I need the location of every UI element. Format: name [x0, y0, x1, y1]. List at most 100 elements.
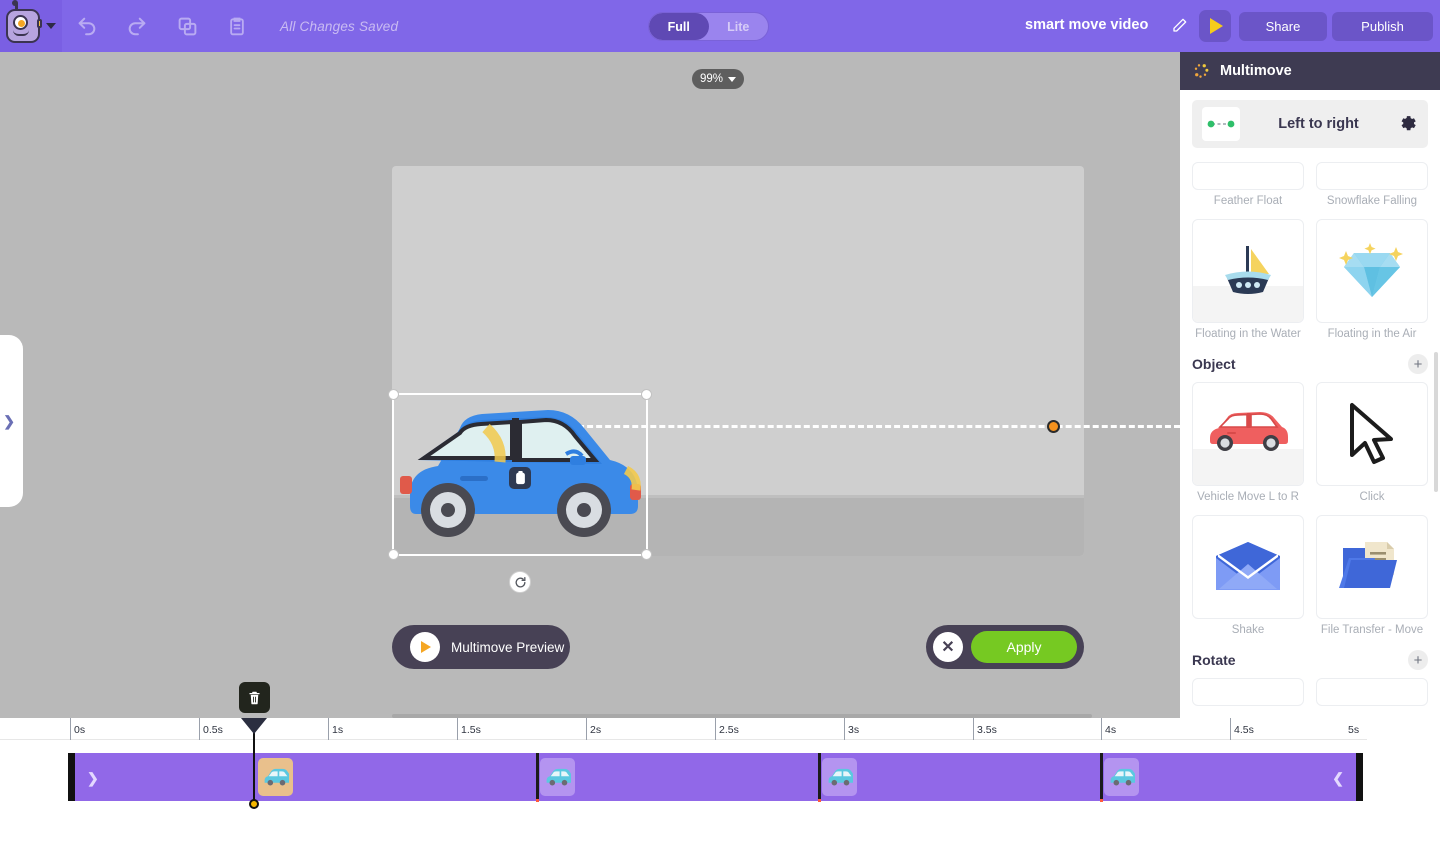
pencil-icon[interactable]: [1172, 17, 1188, 38]
clipboard-icon[interactable]: [212, 0, 262, 52]
ruler-tick: 2.5s: [715, 718, 739, 740]
multimove-icon: [1194, 64, 1209, 78]
canvas-zoom-chip[interactable]: 99%: [692, 69, 744, 89]
panel-title: Multimove: [1220, 63, 1292, 79]
snowflake-icon: [1316, 162, 1428, 190]
red-car-icon: [1210, 412, 1288, 451]
section-title: Object: [1192, 356, 1236, 372]
ruler-tick: 1.5s: [457, 718, 481, 740]
mode-full-tab[interactable]: Full: [649, 13, 709, 40]
ruler-tick: 0s: [70, 718, 85, 740]
selected-preset-label: Left to right: [1278, 116, 1359, 132]
share-button[interactable]: Share: [1239, 12, 1327, 41]
gear-icon[interactable]: [1397, 111, 1418, 137]
keyframe-thumbnail[interactable]: [1104, 758, 1139, 796]
preset-row-object-1: Vehicle Move L to R Click: [1180, 382, 1440, 503]
envelope-icon: [1216, 542, 1280, 590]
plus-icon[interactable]: +: [1408, 354, 1428, 374]
motion-path-line: [560, 425, 1180, 428]
keyframe-thumbnail[interactable]: [822, 758, 857, 796]
preset-tile-feather-float[interactable]: Feather Float: [1192, 162, 1304, 207]
diamond-icon: [1339, 243, 1403, 297]
preset-tile-floating-water[interactable]: Floating in the Water: [1192, 219, 1304, 340]
editor-stage: 99% Multimove Preview ✕ Apply ❯: [0, 52, 1180, 718]
chevron-left-icon[interactable]: ❮: [1332, 770, 1344, 787]
ruler-tick: 3s: [844, 718, 859, 740]
mode-lite-tab[interactable]: Lite: [709, 13, 769, 40]
timeline: 0s 0.5s 1s 1.5s 2s 2.5s 3s 3.5s 4s 4.5s …: [0, 714, 1440, 850]
preset-tile-rotate-1[interactable]: [1192, 678, 1304, 706]
preset-tile-snowflake-falling[interactable]: Snowflake Falling: [1316, 162, 1428, 207]
preset-tile-click[interactable]: Click: [1316, 382, 1428, 503]
object-anchor-icon[interactable]: [509, 467, 531, 489]
ruler-tick: 4s: [1101, 718, 1116, 740]
preset-list[interactable]: Feather Float Snowflake Falling Floating…: [1180, 162, 1440, 774]
preset-row-floating: Floating in the Water Floating in the Ai…: [1180, 219, 1440, 340]
delete-keyframe-button[interactable]: [239, 682, 270, 713]
timeline-playhead[interactable]: [241, 718, 267, 809]
preset-tile-floating-air[interactable]: Floating in the Air: [1316, 219, 1428, 340]
keyframe-thumbnail[interactable]: [258, 758, 293, 796]
preset-label: Feather Float: [1213, 195, 1283, 207]
save-status-text: All Changes Saved: [280, 18, 399, 34]
resize-handle-top-left[interactable]: [388, 389, 399, 400]
preset-label: Vehicle Move L to R: [1197, 491, 1299, 503]
chevron-right-icon[interactable]: ❯: [87, 770, 99, 787]
panel-header: Multimove: [1180, 52, 1440, 90]
section-header-object: Object +: [1180, 340, 1440, 382]
close-icon[interactable]: ✕: [933, 632, 963, 662]
render-mode-toggle[interactable]: Full Lite: [648, 12, 769, 41]
playhead-handle[interactable]: [241, 718, 267, 734]
resize-handle-top-right[interactable]: [641, 389, 652, 400]
preset-label: Snowflake Falling: [1326, 195, 1418, 207]
apply-button[interactable]: Apply: [971, 631, 1077, 663]
preset-row-object-2: Shake File Transfer - Move: [1180, 515, 1440, 636]
top-toolbar: All Changes Saved Full Lite smart move v…: [0, 0, 1440, 52]
track-start-cap: [68, 753, 75, 801]
cursor-arrow-icon: [1350, 403, 1393, 464]
preset-tile-vehicle-move[interactable]: Vehicle Move L to R: [1192, 382, 1304, 503]
copy-icon[interactable]: [162, 0, 212, 52]
section-header-rotate: Rotate +: [1180, 636, 1440, 678]
preset-label: Shake: [1231, 624, 1265, 636]
multimove-preview-label: Multimove Preview: [451, 639, 565, 655]
plus-icon[interactable]: +: [1408, 650, 1428, 670]
panel-scrollbar[interactable]: [1434, 352, 1438, 492]
preset-label: File Transfer - Move: [1320, 624, 1424, 636]
resize-handle-bottom-left[interactable]: [388, 549, 399, 560]
trash-icon: [249, 691, 260, 704]
keyframe-divider[interactable]: [818, 753, 821, 802]
keyframe-divider[interactable]: [1100, 753, 1103, 802]
folder-document-icon: [1339, 542, 1397, 588]
resize-handle-bottom-right[interactable]: [641, 549, 652, 560]
preset-tile-rotate-2[interactable]: [1316, 678, 1428, 706]
app-logo-button[interactable]: [0, 0, 62, 52]
redo-icon[interactable]: [112, 0, 162, 52]
keyframe-thumbnail[interactable]: [540, 758, 575, 796]
undo-icon[interactable]: [62, 0, 112, 52]
rotate-icon[interactable]: [509, 571, 531, 593]
playhead-marker-dot[interactable]: [249, 799, 259, 809]
preset-tile-file-transfer[interactable]: File Transfer - Move: [1316, 515, 1428, 636]
canvas-zoom-value: 99%: [699, 73, 724, 85]
ruler-tick: 5s: [1348, 724, 1360, 736]
left-panel-expand-tab[interactable]: ❯: [0, 335, 23, 507]
chevron-right-icon: ❯: [3, 412, 15, 429]
publish-button[interactable]: Publish: [1332, 12, 1433, 41]
preset-tile-shake[interactable]: Shake: [1192, 515, 1304, 636]
preview-play-button[interactable]: [1199, 10, 1231, 42]
left-to-right-path-icon: [1202, 107, 1240, 141]
keyframe-divider[interactable]: [536, 753, 539, 802]
ruler-tick: 0.5s: [199, 718, 223, 740]
selected-preset-row[interactable]: Left to right: [1192, 100, 1428, 148]
preset-row-partial: Feather Float Snowflake Falling: [1180, 162, 1440, 207]
timeline-ruler[interactable]: 0s 0.5s 1s 1.5s 2s 2.5s 3s 3.5s 4s 4.5s …: [0, 714, 1367, 740]
ruler-tick: 2s: [586, 718, 601, 740]
multimove-preview-button[interactable]: Multimove Preview: [392, 625, 570, 669]
robot-logo-icon: [6, 0, 42, 43]
chevron-down-icon[interactable]: [46, 23, 56, 29]
timeline-track[interactable]: ❯ ❮: [68, 753, 1363, 802]
preset-row-rotate-partial: [1180, 678, 1440, 706]
motion-path-endpoint[interactable]: [1047, 420, 1060, 433]
project-title: smart move video: [1025, 17, 1149, 33]
